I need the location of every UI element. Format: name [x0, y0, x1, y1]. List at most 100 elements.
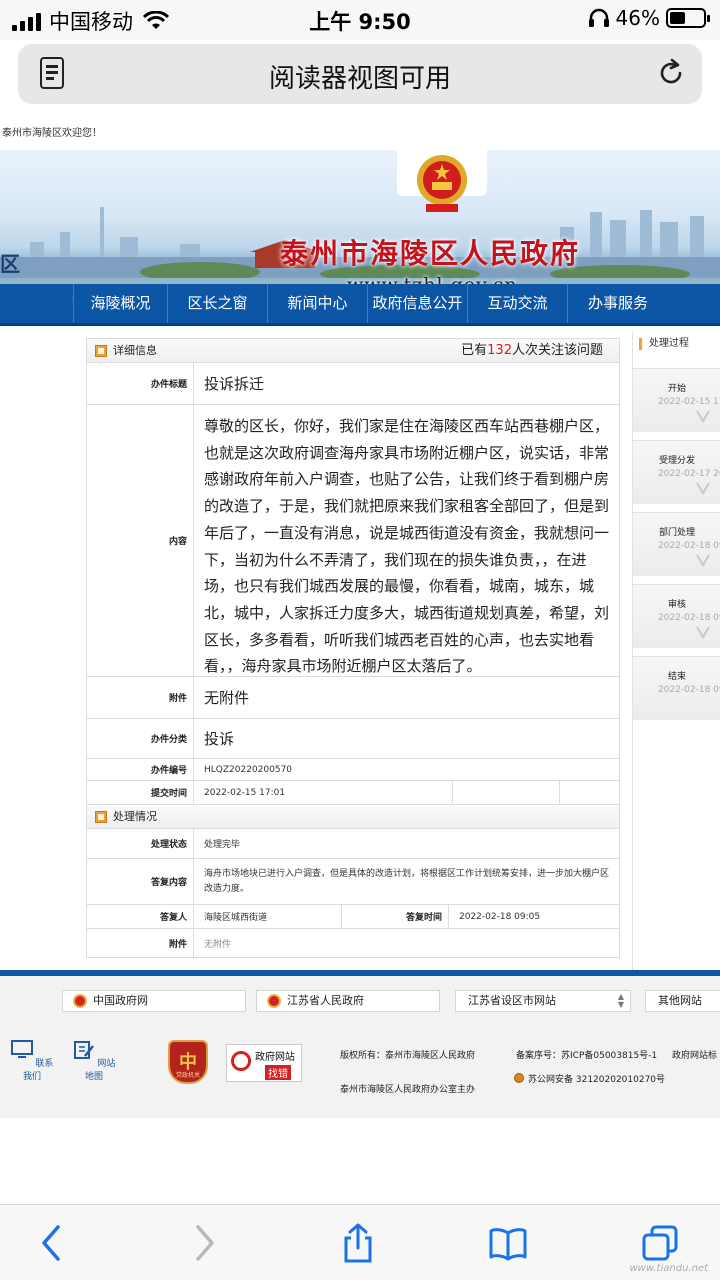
handling-attachment-row: 附件 无附件: [87, 929, 619, 957]
detail-panel: 详细信息 已有132人次关注该问题 办件标题 投诉拆迁 内容 尊敬的区长，你好，…: [86, 338, 620, 958]
other-link-select[interactable]: 其他网站: [645, 990, 720, 1012]
address-bar[interactable]: 阅读器视图可用: [18, 44, 702, 104]
down-arrow-icon: [696, 554, 710, 567]
tabs-icon[interactable]: [640, 1223, 680, 1263]
reply-time-label: 答复时间: [342, 905, 449, 928]
magnifier-icon: [231, 1051, 251, 1071]
handling-attachment-label: 附件: [87, 929, 194, 957]
error-report-line1: 政府网站: [255, 1052, 295, 1063]
police-badge-icon: [514, 1073, 524, 1083]
wifi-icon: [143, 11, 169, 29]
step-name: 结束: [667, 672, 686, 682]
reply-value: 海舟市场地块已进行入户调查，但是具体的改造计划，将根据区工作计划统筹安排，进一步…: [204, 868, 610, 894]
back-icon[interactable]: [32, 1223, 72, 1263]
content-value: 尊敬的区长，你好，我们家是住在海陵区西车站西巷棚户区，也就是这次政府调查海舟家具…: [204, 417, 610, 676]
down-arrow-icon: [696, 410, 710, 423]
status-row: 处理状态 处理完毕: [87, 829, 619, 859]
province-link-label: 江苏省人民政府: [287, 994, 364, 1007]
signal-icon: [12, 11, 41, 31]
sitemap-link[interactable]: 网站地图: [70, 1040, 118, 1082]
process-step: 受理分发 2022-02-17 20: [633, 440, 720, 504]
step-date: 2022-02-17 20: [658, 469, 720, 479]
step-date: 2022-02-18 09: [658, 541, 720, 551]
nav-item-services[interactable]: 办事服务: [568, 284, 668, 323]
welcome-text: 泰州市海陵区欢迎您！: [2, 128, 102, 139]
bookmarks-icon[interactable]: [488, 1223, 528, 1263]
city-link-select[interactable]: 江苏省设区市网站 ▲ ▼: [455, 990, 631, 1012]
submit-row: 提交时间 2022-02-15 17:01: [87, 781, 619, 805]
process-step: 审核 2022-02-18 09: [633, 584, 720, 648]
reply-label: 答复内容: [87, 859, 194, 904]
headphones-icon: [588, 8, 609, 27]
title-value: 投诉拆迁: [204, 375, 265, 393]
content-row: 内容 尊敬的区长，你好，我们家是住在海陵区西车站西巷棚户区，也就是这次政府调查海…: [87, 405, 619, 677]
emblem-icon: [267, 994, 281, 1008]
watermark-text: www.tiandu.net: [629, 1263, 708, 1274]
province-link-select[interactable]: 江苏省人民政府: [256, 990, 440, 1012]
step-date: 2022-02-18 09: [658, 685, 720, 695]
sitemap-label: 网站地图: [84, 1059, 116, 1082]
attachment-value: 无附件: [204, 689, 250, 707]
nav-item-news[interactable]: 新闻中心: [268, 284, 368, 323]
reply-time-value: 2022-02-18 09:05: [459, 911, 541, 922]
number-row: 办件编号 HLQZ20220200570: [87, 759, 619, 781]
process-step: 结束 2022-02-18 09: [633, 656, 720, 720]
carrier-label: 中国移动: [49, 10, 133, 34]
category-row: 办件分类 投诉: [87, 719, 619, 759]
detail-section-header: 详细信息 已有132人次关注该问题: [87, 339, 619, 363]
address-title[interactable]: 阅读器视图可用: [18, 58, 702, 95]
replier-row: 答复人 海陵区城西街道 答复时间 2022-02-18 09:05: [87, 905, 619, 929]
empty-cell: [453, 781, 560, 804]
edit-document-icon: [73, 1041, 94, 1059]
submit-cells: 2022-02-15 17:01: [194, 781, 619, 804]
process-step: 部门处理 2022-02-18 09: [633, 512, 720, 576]
monitor-icon: [10, 1040, 33, 1058]
handling-section-header: 处理情况: [87, 805, 619, 829]
number-label: 办件编号: [87, 759, 194, 780]
step-name: 审核: [667, 600, 686, 610]
title-label: 办件标题: [87, 363, 194, 404]
step-name: 部门处理: [658, 528, 695, 538]
reply-row: 答复内容 海舟市场地块已进行入户调查，但是具体的改造计划，将根据区工作计划统筹安…: [87, 859, 619, 905]
process-step: 开始 2022-02-15 17: [633, 368, 720, 432]
nav-item-mayor[interactable]: 区长之窗: [168, 284, 268, 323]
attention-count: 已有132人次关注该问题: [461, 343, 603, 358]
gov-link-label: 中国政府网: [93, 994, 148, 1007]
share-icon[interactable]: [338, 1223, 378, 1263]
main-nav: 首页 海陵概况 区长之窗 新闻中心 政府信息公开 互动交流 办事服务: [0, 284, 720, 326]
contact-link[interactable]: 联系我们: [8, 1040, 56, 1082]
battery-percent: 46%: [615, 6, 660, 30]
process-sidebar: 处理过程 开始 2022-02-15 17 受理分发 2022-02-17 20…: [632, 332, 720, 972]
step-name: 开始: [667, 384, 686, 394]
error-report-line2: 找错: [265, 1065, 291, 1080]
replier-label: 答复人: [87, 905, 194, 928]
handling-attachment-value: 无附件: [204, 939, 232, 950]
process-title: 处理过程: [633, 332, 720, 356]
copyright-text: 版权所有：泰州市海陵区人民政府: [340, 1051, 476, 1061]
forward-icon[interactable]: [184, 1223, 224, 1263]
gov-link-select[interactable]: 中国政府网: [62, 990, 246, 1012]
reload-icon[interactable]: [656, 58, 686, 88]
section-icon: [95, 345, 107, 357]
down-arrow-icon: [696, 482, 710, 495]
status-bar: 中国移动 上午 9:50 46%: [0, 0, 720, 40]
nav-item-info-open[interactable]: 政府信息公开: [368, 284, 468, 323]
icp-link[interactable]: 备案序号：苏ICP备05003815号-1: [516, 1048, 657, 1061]
nav-item-home[interactable]: 首页: [0, 284, 74, 323]
web-content[interactable]: 泰州市海陵区欢迎您！ 区 泰州市海陵区人民政府 海陵概况 区长之窗 新闻中心 政…: [0, 122, 720, 1204]
police-record-link[interactable]: 苏公网安备 32120202010270号: [514, 1072, 665, 1085]
party-gov-badge[interactable]: 中 党政机关: [168, 1040, 208, 1084]
status-left: 中国移动: [12, 6, 169, 36]
category-value: 投诉: [204, 730, 235, 748]
banner-left-text: 区: [0, 252, 20, 276]
replier-value: 海陵区城西街道: [194, 905, 342, 928]
content-label: 内容: [87, 405, 194, 676]
title-row: 办件标题 投诉拆迁: [87, 363, 619, 405]
gov-site-error-report[interactable]: 政府网站 找错: [226, 1044, 302, 1082]
nav-item-interaction[interactable]: 互动交流: [468, 284, 568, 323]
city-link-label: 江苏省设区市网站: [468, 994, 556, 1007]
handling-section-title: 处理情况: [113, 810, 157, 823]
site-id-text: 政府网站标: [672, 1051, 718, 1061]
step-date: 2022-02-15 17: [658, 397, 720, 407]
nav-item-overview[interactable]: 海陵概况: [74, 284, 168, 323]
